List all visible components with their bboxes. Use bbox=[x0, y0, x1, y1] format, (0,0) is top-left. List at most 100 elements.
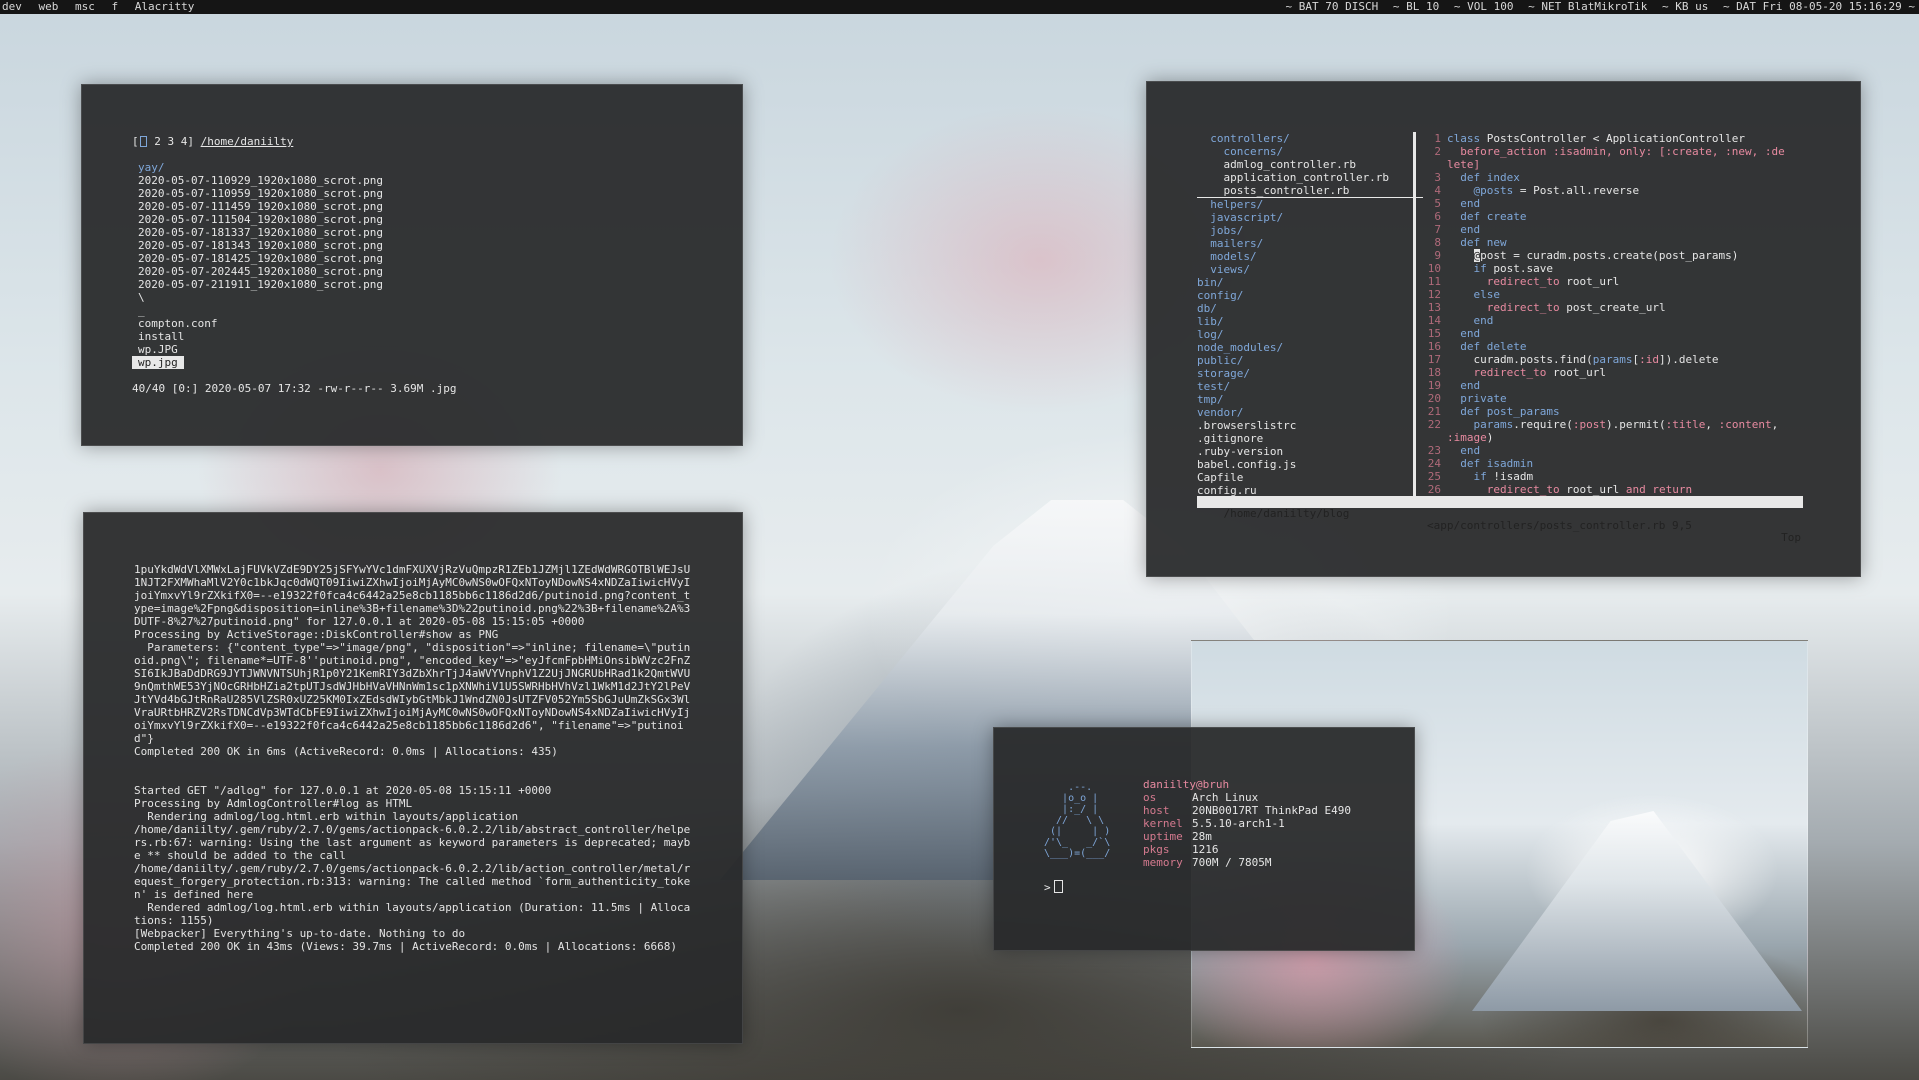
list-item[interactable]: 2020-05-07-211911_1920x1080_scrot.png bbox=[138, 278, 457, 291]
list-item[interactable]: 2020-05-07-110959_1920x1080_scrot.png bbox=[138, 187, 457, 200]
neofetch-terminal[interactable]: .--. |o_o | |:_/ | // \ \ (| | ) /'\_ _/… bbox=[993, 727, 1415, 951]
list-item[interactable]: 2020-05-07-111504_1920x1080_scrot.png bbox=[138, 213, 457, 226]
code-line: 2 before_action :isadmin, only: [:create… bbox=[1425, 145, 1803, 158]
tree-item[interactable]: vendor/ bbox=[1197, 406, 1417, 419]
info-row: os Arch Linux bbox=[1143, 791, 1351, 804]
tree-item[interactable]: .gitignore bbox=[1197, 432, 1417, 445]
line-number: 11 bbox=[1427, 275, 1441, 288]
tree-item[interactable]: models/ bbox=[1197, 250, 1417, 263]
tree-item[interactable]: javascript/ bbox=[1197, 211, 1417, 224]
terminal-cursor bbox=[1053, 880, 1063, 893]
code-text: def new bbox=[1460, 236, 1507, 249]
line-number: 15 bbox=[1427, 327, 1441, 340]
code-line: 3 def index bbox=[1425, 171, 1803, 184]
tree-item[interactable]: lib/ bbox=[1197, 315, 1417, 328]
vim-editor-window[interactable]: controllers/ concerns/ admlog_controller… bbox=[1146, 81, 1861, 577]
list-item[interactable]: 2020-05-07-111459_1920x1080_scrot.png bbox=[138, 200, 457, 213]
code-line: 24 def isadmin bbox=[1425, 457, 1803, 470]
active-window-title: Alacritty bbox=[134, 0, 195, 13]
code-line: 16 def delete bbox=[1425, 340, 1803, 353]
list-item[interactable]: \ bbox=[138, 291, 457, 304]
keyboard-layout-status: ~ KB us bbox=[1661, 0, 1709, 13]
tree-item[interactable]: babel.config.js bbox=[1197, 458, 1417, 471]
list-item[interactable]: 2020-05-07-181425_1920x1080_scrot.png bbox=[138, 252, 457, 265]
tree-item[interactable]: db/ bbox=[1197, 302, 1417, 315]
tree-item[interactable]: bin/ bbox=[1197, 276, 1417, 289]
code-text: end bbox=[1460, 379, 1481, 392]
code-line: 23 end bbox=[1425, 444, 1803, 457]
tree-item[interactable]: .browserslistrc bbox=[1197, 419, 1417, 432]
tree-item[interactable]: application_controller.rb bbox=[1197, 171, 1417, 184]
prompt-symbol: > bbox=[1044, 881, 1051, 894]
workspace-web[interactable]: web bbox=[39, 0, 59, 13]
date-time-status: ~ DAT Fri 08-05-20 15:16:29 ~ bbox=[1722, 0, 1915, 13]
tree-item[interactable]: storage/ bbox=[1197, 367, 1417, 380]
code-text: lete] bbox=[1447, 158, 1481, 171]
tree-item[interactable]: jobs/ bbox=[1197, 224, 1417, 237]
tree-item[interactable]: config/ bbox=[1197, 289, 1417, 302]
code-text: def delete bbox=[1460, 340, 1527, 353]
log-output: 1puYkdWdVlXMWxLajFUVkVZdE9DY25jSFYwYVc1d… bbox=[134, 563, 691, 953]
tree-item[interactable]: test/ bbox=[1197, 380, 1417, 393]
line-number: 13 bbox=[1427, 301, 1441, 314]
code-text: if post.save bbox=[1473, 262, 1553, 275]
tree-item[interactable]: node_modules/ bbox=[1197, 341, 1417, 354]
workspace-dev[interactable]: dev bbox=[2, 0, 22, 13]
tree-item[interactable]: admlog_controller.rb bbox=[1197, 158, 1417, 171]
backlight-status: ~ BL 10 bbox=[1392, 0, 1440, 13]
code-buffer[interactable]: 1 class PostsController < ApplicationCont… bbox=[1425, 132, 1803, 496]
list-item[interactable]: 2020-05-07-181337_1920x1080_scrot.png bbox=[138, 226, 457, 239]
tree-item[interactable]: tmp/ bbox=[1197, 393, 1417, 406]
code-text: params.require(:post).permit(:title, :co… bbox=[1473, 418, 1779, 431]
list-item[interactable]: 2020-05-07-181343_1920x1080_scrot.png bbox=[138, 239, 457, 252]
list-item[interactable]: 2020-05-07-110929_1920x1080_scrot.png bbox=[138, 174, 457, 187]
file-list[interactable]: yay/ 2020-05-07-110929_1920x1080_scrot.p… bbox=[138, 161, 457, 356]
info-row: memory 700M / 7805M bbox=[1143, 856, 1351, 869]
list-item[interactable]: 2020-05-07-202445_1920x1080_scrot.png bbox=[138, 265, 457, 278]
list-item[interactable]: _ bbox=[138, 304, 457, 317]
workspace-msc[interactable]: msc bbox=[75, 0, 95, 13]
rails-log-terminal[interactable]: 1puYkdWdVlXMWxLajFUVkVZdE9DY25jSFYwYVc1d… bbox=[83, 512, 743, 1044]
selected-file[interactable]: wp.jpg bbox=[132, 356, 184, 369]
code-text: def isadmin bbox=[1460, 457, 1534, 470]
line-number: 20 bbox=[1427, 392, 1441, 405]
code-text: end bbox=[1460, 197, 1481, 210]
workspace-f[interactable]: f bbox=[112, 0, 119, 13]
code-line: 5 end bbox=[1425, 197, 1803, 210]
selected-file-row[interactable]: wp.jpg bbox=[132, 356, 457, 369]
list-item-dir[interactable]: yay/ bbox=[138, 161, 457, 174]
line-number: 3 bbox=[1434, 171, 1441, 184]
info-row: host 20NB0017RT ThinkPad E490 bbox=[1143, 804, 1351, 817]
tree-item[interactable]: mailers/ bbox=[1197, 237, 1417, 250]
code-line: 1 class PostsController < ApplicationCont… bbox=[1425, 132, 1803, 145]
tab-list[interactable]: 2 3 4] bbox=[148, 135, 194, 148]
workspace-list: dev web msc f Alacritty bbox=[2, 0, 204, 14]
code-line: 9 @post = curadm.posts.create(post_param… bbox=[1425, 249, 1803, 262]
code-line: 13 redirect_to post_create_url bbox=[1425, 301, 1803, 314]
file-manager-window[interactable]: [ 2 3 4] /home/daniilty yay/ 2020-05-07-… bbox=[81, 84, 743, 446]
list-item[interactable]: install bbox=[138, 330, 457, 343]
ranger-header: [ 2 3 4] /home/daniilty bbox=[132, 135, 457, 148]
tree-item[interactable]: log/ bbox=[1197, 328, 1417, 341]
nerdtree-file-tree[interactable]: controllers/ concerns/ admlog_controller… bbox=[1197, 132, 1423, 497]
code-line: 6 def create bbox=[1425, 210, 1803, 223]
tree-item[interactable]: public/ bbox=[1197, 354, 1417, 367]
tree-item[interactable]: posts_controller.rb bbox=[1197, 184, 1423, 198]
code-text: before_action :isadmin, only: [:create, … bbox=[1460, 145, 1785, 158]
tree-item[interactable]: helpers/ bbox=[1197, 198, 1417, 211]
shell-prompt[interactable]: > bbox=[1044, 880, 1063, 894]
line-number: 1 bbox=[1434, 132, 1441, 145]
tree-item[interactable]: Capfile bbox=[1197, 471, 1417, 484]
status-indicators: ~ BAT 70 DISCH ~ BL 10 ~ VOL 100 ~ NET B… bbox=[1278, 0, 1915, 14]
line-number: 16 bbox=[1427, 340, 1441, 353]
list-item[interactable]: wp.JPG bbox=[138, 343, 457, 356]
info-key: memory bbox=[1143, 856, 1183, 869]
tree-item[interactable]: .ruby-version bbox=[1197, 445, 1417, 458]
tree-item[interactable]: concerns/ bbox=[1197, 145, 1417, 158]
code-text: @post = curadm.posts.create(post_params) bbox=[1473, 249, 1739, 262]
tree-item[interactable]: views/ bbox=[1197, 263, 1417, 276]
list-item[interactable]: compton.conf bbox=[138, 317, 457, 330]
tree-item[interactable]: controllers/ bbox=[1197, 132, 1417, 145]
line-number: 2 bbox=[1434, 145, 1441, 158]
info-key: kernel bbox=[1143, 817, 1183, 830]
